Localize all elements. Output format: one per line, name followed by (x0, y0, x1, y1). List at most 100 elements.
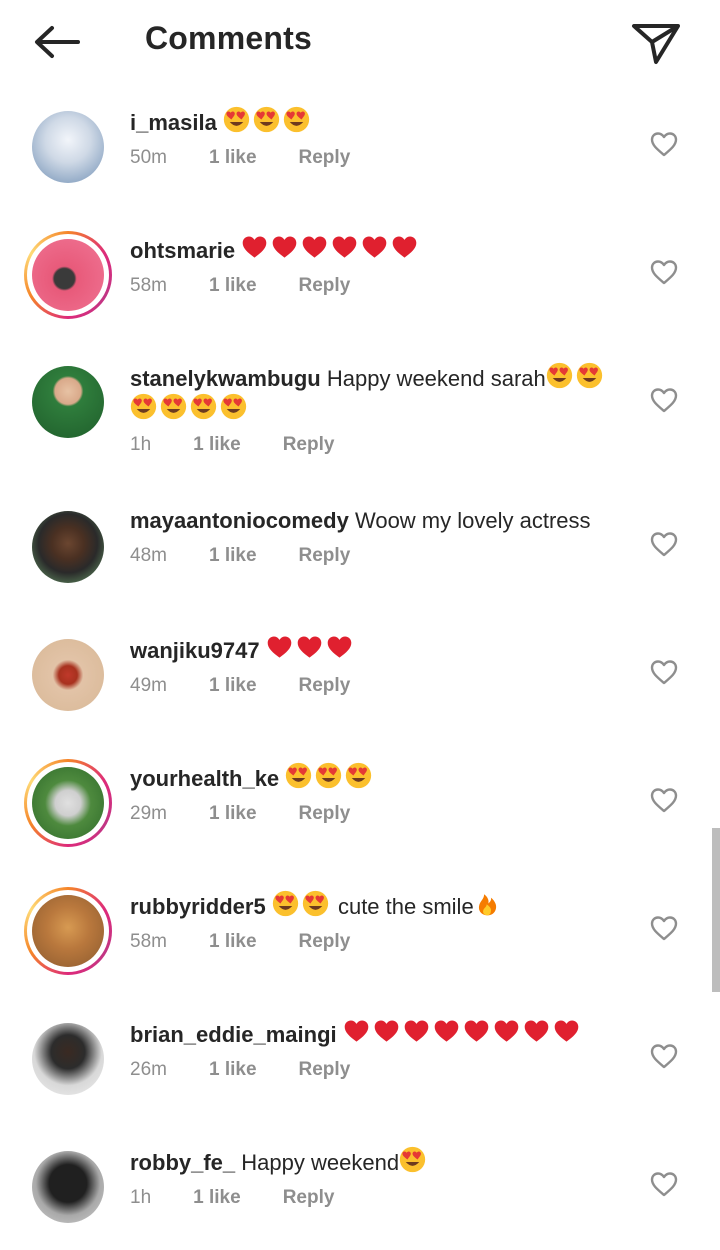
heart-outline-icon (650, 916, 678, 941)
avatar (32, 366, 104, 438)
like-comment-button[interactable] (648, 128, 680, 160)
heart-eyes-emoji-icon (190, 393, 217, 420)
comment-item: rubbyridder5 cute the smile 58m 1 like Repl… (0, 884, 720, 994)
likes-count-link[interactable]: 1 like (193, 1187, 241, 1209)
red-heart-icon (344, 1020, 369, 1042)
heart-eyes-emoji-icon (302, 890, 328, 917)
reply-button[interactable]: Reply (283, 1187, 335, 1209)
comment-text: i_masila (130, 106, 630, 137)
comment-timestamp: 1h (130, 434, 152, 455)
comment-body: Woow my lovely actress (354, 508, 591, 533)
heart-outline-icon (650, 1044, 678, 1069)
comment-username[interactable]: i_masila (130, 110, 217, 135)
scrollbar[interactable] (712, 828, 720, 992)
comment-username[interactable]: brian_eddie_maingi (130, 1022, 337, 1047)
heart-eyes-emoji-icon (130, 393, 157, 420)
comment-item: i_masila 50m 1 like Reply (0, 100, 720, 210)
avatar-button[interactable] (24, 1015, 112, 1103)
avatar (32, 1151, 104, 1223)
fire-icon (478, 894, 496, 916)
comment-body: Happy weekend (241, 1150, 400, 1175)
share-button[interactable] (628, 16, 684, 68)
reply-button[interactable]: Reply (299, 275, 351, 297)
comment-username[interactable]: rubbyridder5 (130, 894, 266, 919)
reply-button[interactable]: Reply (299, 545, 351, 567)
heart-eyes-emoji-icon (283, 106, 310, 133)
comment-timestamp: 58m (130, 275, 167, 296)
avatar-button[interactable] (24, 503, 112, 591)
likes-count-link[interactable]: 1 like (193, 434, 241, 456)
likes-count-link[interactable]: 1 like (209, 931, 257, 953)
comment-meta: 58m 1 like Reply (130, 931, 630, 953)
comment-username[interactable]: stanelykwambugu (130, 366, 321, 391)
comment-username[interactable]: robby_fe_ (130, 1150, 235, 1175)
comment-username[interactable]: ohtsmarie (130, 238, 235, 263)
reply-button[interactable]: Reply (299, 1059, 351, 1081)
heart-eyes-emoji-icon (160, 393, 187, 420)
reply-button[interactable]: Reply (299, 803, 351, 825)
avatar (32, 111, 104, 183)
heart-outline-icon (650, 660, 678, 685)
avatar-button[interactable] (24, 759, 112, 847)
comment-body: cute the smile (337, 894, 474, 919)
likes-count-link[interactable]: 1 like (209, 803, 257, 825)
red-heart-icon (362, 236, 387, 258)
avatar (32, 767, 104, 839)
comment-timestamp: 26m (130, 1059, 167, 1080)
like-comment-button[interactable] (648, 656, 680, 688)
likes-count-link[interactable]: 1 like (209, 275, 257, 297)
comment-timestamp: 48m (130, 545, 167, 566)
comment-item: brian_eddie_maingi 26m 1 like Reply (0, 1012, 720, 1122)
heart-eyes-emoji-icon (286, 762, 312, 789)
like-comment-button[interactable] (648, 384, 680, 416)
comment-timestamp: 49m (130, 675, 167, 696)
back-button[interactable] (28, 18, 84, 66)
likes-count-link[interactable]: 1 like (209, 545, 257, 567)
likes-count-link[interactable]: 1 like (209, 147, 257, 169)
like-comment-button[interactable] (648, 1040, 680, 1072)
red-heart-icon (267, 636, 292, 658)
avatar-button[interactable] (24, 631, 112, 719)
red-heart-icon (332, 236, 357, 258)
avatar-button[interactable] (24, 103, 112, 191)
likes-count-link[interactable]: 1 like (209, 1059, 257, 1081)
heart-eyes-emoji-icon (223, 106, 250, 133)
like-comment-button[interactable] (648, 1168, 680, 1200)
avatar-button[interactable] (24, 358, 112, 446)
likes-count-link[interactable]: 1 like (209, 675, 257, 697)
comment-meta: 29m 1 like Reply (130, 803, 630, 825)
like-comment-button[interactable] (648, 528, 680, 560)
comment-timestamp: 58m (130, 931, 167, 952)
comment-text: brian_eddie_maingi (130, 1018, 630, 1049)
comment-text: ohtsmarie (130, 234, 630, 265)
comment-meta: 58m 1 like Reply (130, 275, 630, 297)
reply-button[interactable]: Reply (299, 147, 351, 169)
red-heart-icon (554, 1020, 579, 1042)
like-comment-button[interactable] (648, 784, 680, 816)
comment-meta: 1h 1 like Reply (130, 434, 630, 456)
like-comment-button[interactable] (648, 256, 680, 288)
comment-meta: 50m 1 like Reply (130, 147, 630, 169)
paper-plane-icon (632, 24, 680, 64)
red-heart-icon (272, 236, 297, 258)
comment-body: Happy weekend sarah (326, 366, 546, 391)
avatar (32, 239, 104, 311)
comment-username[interactable]: mayaantoniocomedy (130, 508, 349, 533)
red-heart-icon (494, 1020, 519, 1042)
avatar-button[interactable] (24, 1143, 112, 1231)
reply-button[interactable]: Reply (299, 931, 351, 953)
reply-button[interactable]: Reply (283, 434, 335, 456)
comment-timestamp: 50m (130, 147, 167, 168)
comment-timestamp: 29m (130, 803, 167, 824)
comment-username[interactable]: yourhealth_ke (130, 766, 279, 791)
comment-timestamp: 1h (130, 1187, 152, 1208)
red-heart-icon (302, 236, 327, 258)
avatar-button[interactable] (24, 231, 112, 319)
reply-button[interactable]: Reply (299, 675, 351, 697)
comment-text: wanjiku9747 (130, 634, 630, 665)
comment-username[interactable]: wanjiku9747 (130, 638, 260, 663)
red-heart-icon (242, 236, 267, 258)
avatar-button[interactable] (24, 887, 112, 975)
like-comment-button[interactable] (648, 912, 680, 944)
heart-eyes-emoji-icon (576, 362, 602, 389)
